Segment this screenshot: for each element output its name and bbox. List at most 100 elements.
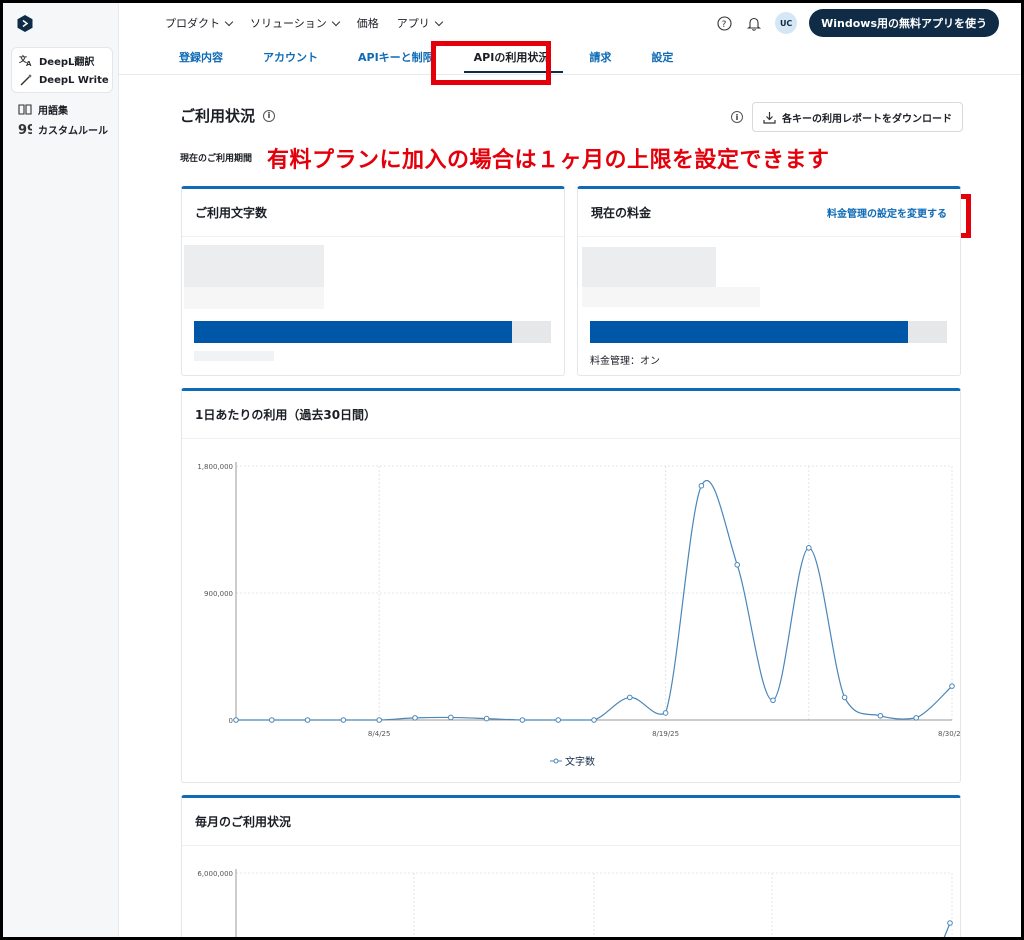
chevron-down-icon [224,17,234,26]
translate-icon: 文A [19,54,32,66]
daily-usage-chart: 0 900,000 1,800,000 8/4/25 8/19/25 8/30/2 [197,462,961,738]
quote-icon: 99 [18,123,32,135]
tab-subscription[interactable]: 登録内容 [179,49,223,65]
svg-text:?: ? [721,20,726,30]
info-icon[interactable]: i [731,111,743,123]
data-point [734,561,741,568]
y-tick-label: 900,000 [204,590,233,598]
cost-progress-bar [590,321,947,343]
download-icon [763,111,776,124]
daily-usage-card: 1日あたりの利用（過去30日間） 0 900,000 1,800,000 8/4/25… [181,388,961,783]
redacted-value [582,247,716,287]
data-point [662,710,669,716]
change-cost-control-link[interactable]: 料金管理の設定を変更する [827,205,947,220]
magic-wand-icon [20,74,32,86]
sidebar-item-label: DeepL Write [39,74,109,86]
sidebar-extra-group: 用語集 99 カスタムルール [11,99,108,139]
tab-billing[interactable]: 請求 [589,49,611,65]
data-point [233,717,239,723]
download-report-button[interactable]: 各キーの利用レポートをダウンロード [752,102,963,132]
data-point [947,920,953,926]
info-icon[interactable]: i [263,109,276,122]
sidebar-item-translator[interactable]: 文A DeepL翻訳 [12,50,112,70]
menu-apps[interactable]: アプリ [396,15,444,31]
data-point [698,482,705,489]
monthly-usage-card: 毎月のご利用状況 6,000,000 [181,795,961,937]
menu-label: アプリ [396,17,430,30]
usage-progress-bar [194,321,551,343]
x-tick-label: 8/19/25 [652,730,679,738]
data-point [949,683,955,689]
sidebar: 文A DeepL翻訳 DeepL Write 用語集 99 カスタムルール [3,3,119,937]
book-icon [18,104,32,115]
top-nav: プロダクト ソリューション 価格 アプリ ? UC Windows用の無料アプリ… [119,3,1021,75]
data-point [770,697,776,704]
page-title-text: ご利用状況 [180,107,256,125]
download-report-label: 各キーの利用レポートをダウンロード [782,113,952,125]
menu-label: プロダクト [165,17,220,30]
menu-pricing[interactable]: 価格 [357,15,379,31]
x-tick-label: 8/30/2 [938,730,961,738]
svg-text:99: 99 [18,123,32,135]
main-menu: プロダクト ソリューション 価格 アプリ [165,15,444,31]
cost-progress-fill [590,321,908,343]
data-point [483,715,490,722]
bell-icon [747,17,762,31]
sidebar-app-group: 文A DeepL翻訳 DeepL Write [11,47,113,93]
svg-text:A: A [26,60,32,66]
redacted-text [194,351,274,361]
data-point [448,714,454,721]
sidebar-item-glossary[interactable]: 用語集 [11,99,108,119]
tab-account[interactable]: アカウント [263,49,318,65]
legend-label: 文字数 [565,757,595,768]
tab-api-keys[interactable]: APIキーと制限 [358,49,434,65]
deepl-logo[interactable] [17,15,33,32]
legend-line-icon [550,758,562,763]
annotation-text: 有料プランに加入の場合は１ヶ月の上限を設定できます [267,148,830,173]
x-tick-label: 8/4/25 [368,730,391,738]
menu-label: ソリューション [250,17,327,30]
y-tick-label: 0 [229,717,233,725]
data-point [412,715,418,721]
card-title: ご利用文字数 [195,206,268,220]
monthly-usage-chart: 6,000,000 [197,869,953,937]
current-charges-card: 現在の料金 料金管理の設定を変更する 料金管理：オン [577,186,961,376]
y-tick-label: 1,800,000 [197,463,233,471]
data-point [304,717,311,723]
chart-legend[interactable]: 文字数 [550,753,595,768]
sidebar-item-label: DeepL翻訳 [39,56,95,68]
notifications-button[interactable] [745,14,763,32]
chevron-down-icon [331,17,341,26]
character-usage-card: ご利用文字数 [181,186,565,376]
y-tick-label: 6,000,000 [197,870,233,878]
usage-progress-fill [194,321,512,343]
data-point [519,717,526,723]
redacted-value [184,287,324,309]
card-title: 現在の料金 [591,206,652,220]
data-point [269,717,275,723]
help-icon: ? [717,15,732,31]
tab-settings[interactable]: 設定 [651,49,673,65]
menu-products[interactable]: プロダクト [165,15,234,31]
menu-solutions[interactable]: ソリューション [250,15,341,31]
redacted-value [184,245,324,287]
data-point [841,694,848,701]
page-title: ご利用状況 i [180,105,276,126]
data-point [627,694,633,701]
chevron-down-icon [434,17,444,26]
redacted-value [582,287,760,307]
download-app-button[interactable]: Windows用の無料アプリを使う [809,9,999,37]
help-button[interactable]: ? [715,14,733,32]
data-point [806,545,812,551]
data-point [555,717,562,723]
sidebar-item-custom-rules[interactable]: 99 カスタムルール [11,119,108,139]
data-point [877,712,884,719]
cost-control-status: 料金管理：オン [590,356,660,367]
data-point [376,717,382,723]
highlight-box-tab [431,41,551,85]
current-period-label: 現在のご利用期間 [180,154,253,164]
data-point [591,717,597,723]
avatar[interactable]: UC [775,12,798,34]
menu-label: 価格 [356,17,379,30]
sidebar-item-write[interactable]: DeepL Write [12,70,112,90]
